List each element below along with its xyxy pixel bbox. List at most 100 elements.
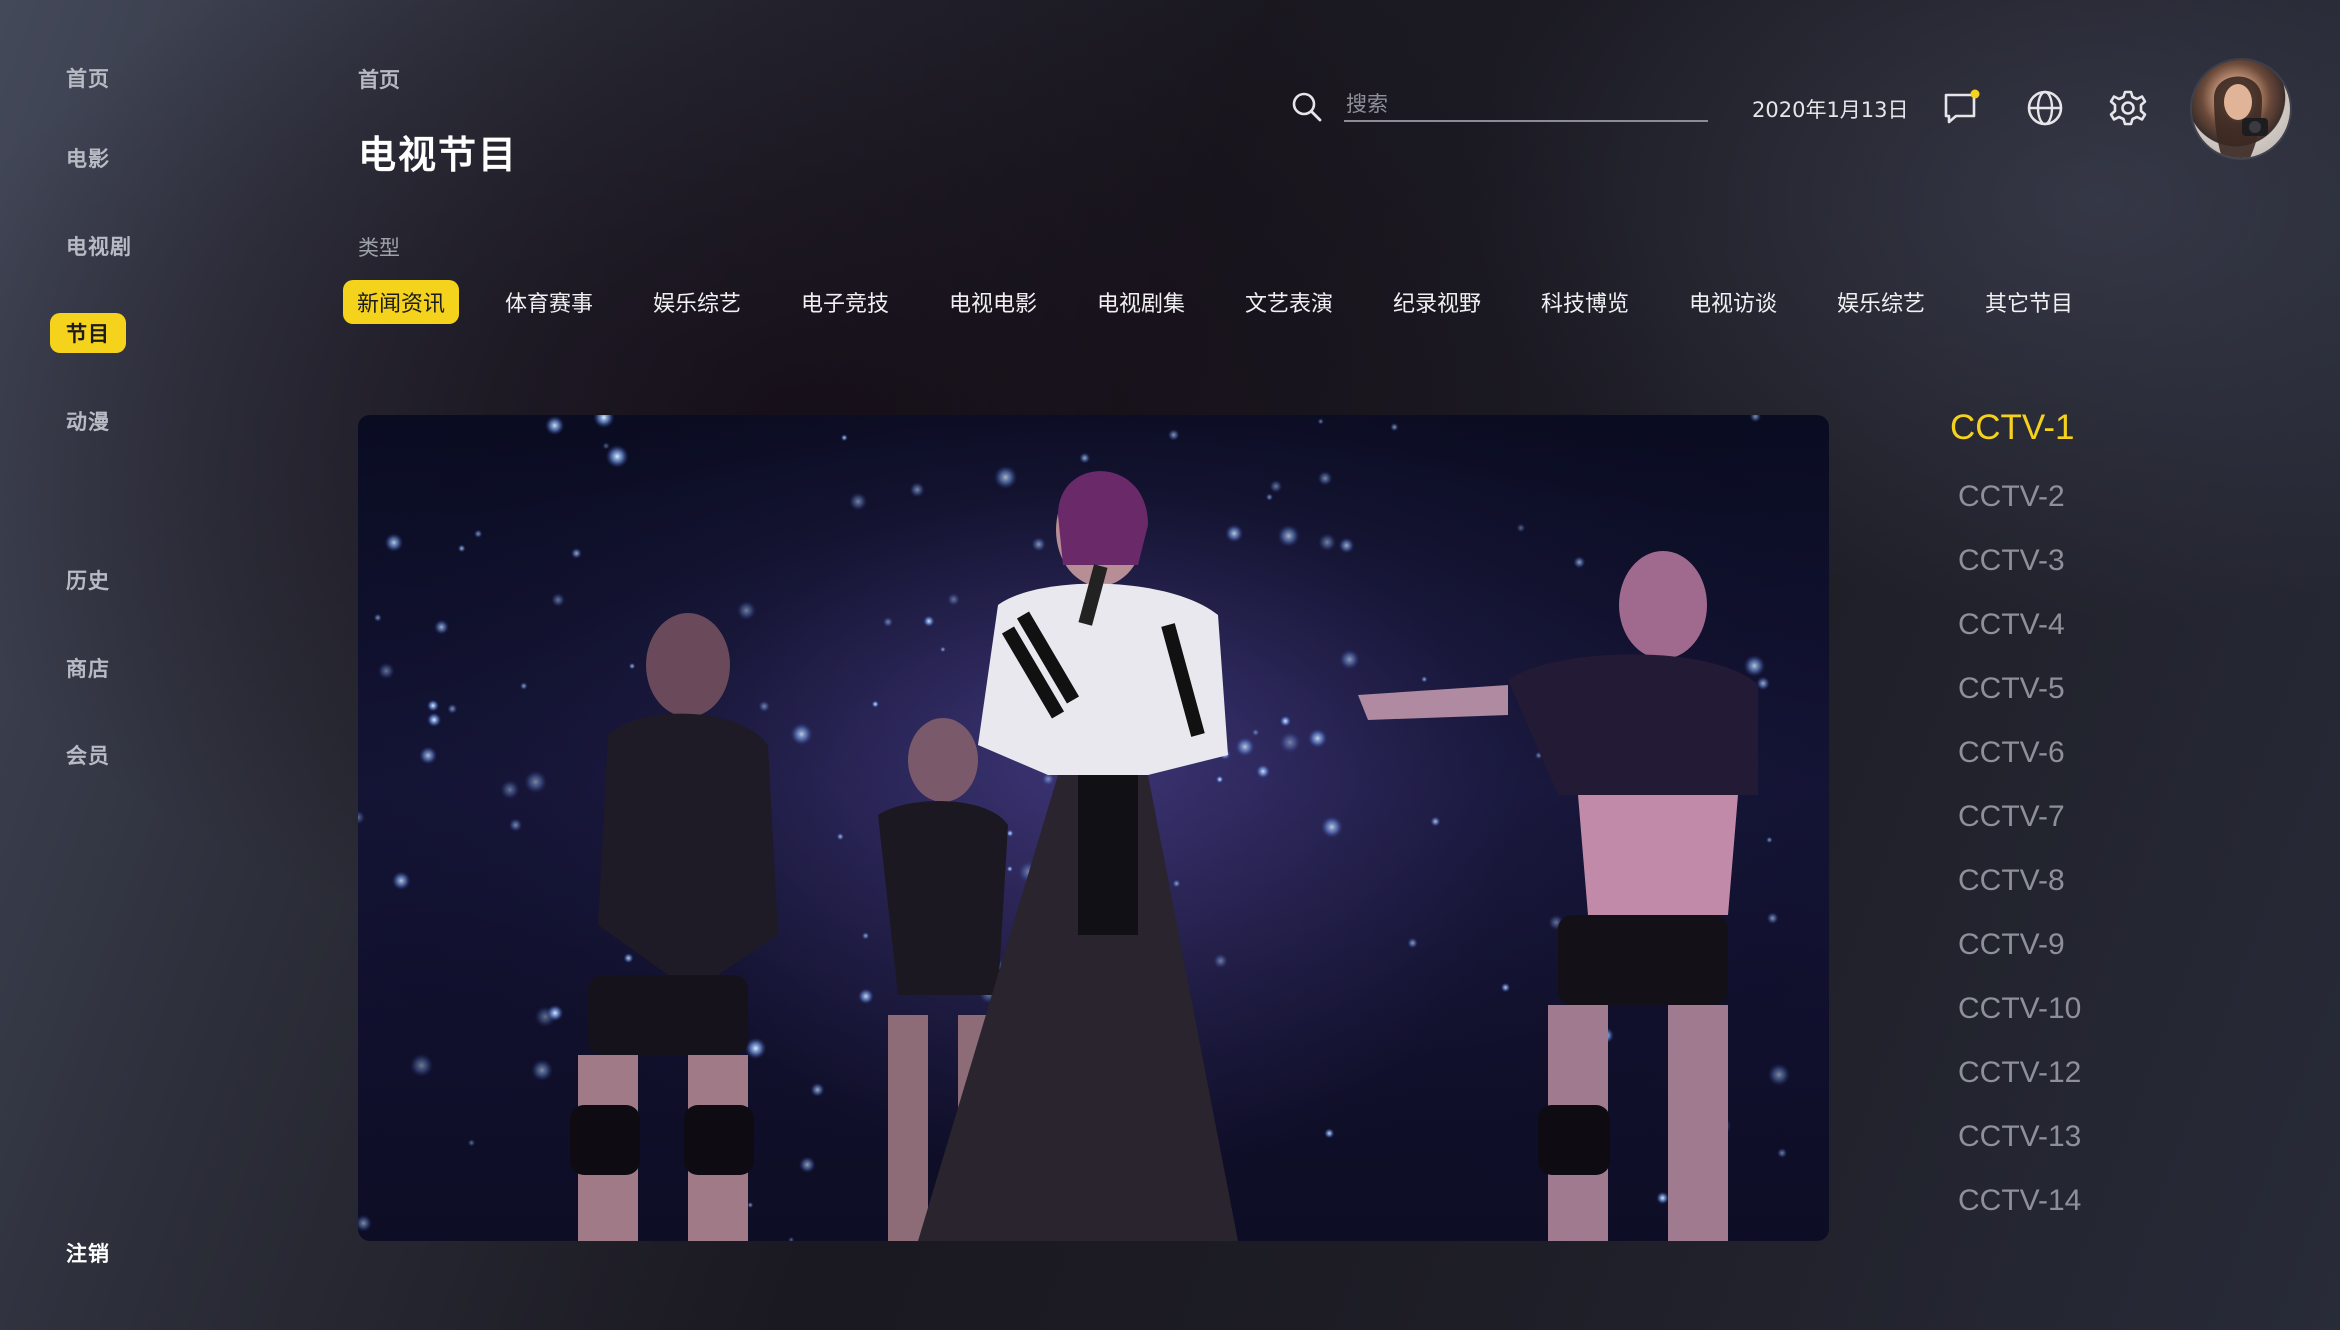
settings-icon[interactable] [2108,88,2148,128]
category-tab[interactable]: 科技博览 [1527,280,1643,324]
sparkle-light [545,415,565,436]
sparkle-light [882,616,894,628]
search-input[interactable] [1344,88,1708,122]
sparkle-light [623,953,634,964]
sparkle-light [1318,533,1337,552]
channel-item[interactable]: CCTV-3 [1958,544,2065,578]
sparkle-light [1235,737,1255,757]
sparkle-light [1279,715,1292,727]
sparkle-light [745,1037,767,1059]
sparkle-light [1743,654,1766,677]
sparkle-light [500,779,520,800]
sparkle-light [1167,429,1180,441]
channel-item[interactable]: CCTV-14 [1958,1184,2081,1218]
sparkle-light [1390,422,1399,432]
channel-item[interactable]: CCTV-6 [1958,736,2065,770]
sparkle-light [1213,953,1228,969]
avatar[interactable] [2192,60,2290,158]
channel-item[interactable]: CCTV-5 [1958,672,2065,706]
channel-item[interactable]: CCTV-9 [1958,928,2065,962]
channel-item[interactable]: CCTV-10 [1958,992,2081,1026]
channel-item[interactable]: CCTV-2 [1958,480,2065,514]
sparkle-light [1225,524,1244,543]
category-tab[interactable]: 电视访谈 [1675,280,1791,324]
sidebar-item-home[interactable]: 首页 [66,63,110,93]
search-bar [1290,86,1710,126]
sparkle-light [1006,865,1013,873]
channel-item[interactable]: CCTV-12 [1958,1056,2081,1090]
channel-item[interactable]: CCTV-4 [1958,608,2065,642]
sparkle-light [1269,479,1283,493]
sparkle-light [1338,537,1355,554]
video-player[interactable] [358,415,1829,1241]
sparkle-light [871,700,879,708]
sparkle-light [736,600,757,621]
sparkle-light [1255,764,1271,779]
channel-item[interactable]: CCTV-1 [1950,408,2074,448]
sparkle-light [1766,836,1773,844]
breadcrumb[interactable]: 首页 [358,64,400,94]
sidebar-item-shows[interactable]: 节目 [50,313,126,353]
sparkle-light [1079,452,1091,464]
category-tab[interactable]: 其它节目 [1971,280,2087,324]
sparkle-light [419,746,438,765]
sparkle-light [467,1139,476,1147]
search-icon[interactable] [1290,90,1324,124]
sidebar-item-store[interactable]: 商店 [66,653,110,683]
sparkle-light [1317,418,1324,425]
sidebar-item-movies[interactable]: 电影 [66,143,110,173]
sparkle-light [426,699,440,712]
page-title: 电视节目 [358,133,519,177]
sidebar-item-history[interactable]: 历史 [66,565,110,595]
sparkle-light [524,770,548,794]
sparkle-light [1756,676,1770,691]
sidebar-item-tv-series[interactable]: 电视剧 [66,231,132,261]
category-tab[interactable]: 文艺表演 [1231,280,1347,324]
sidebar-item-anime[interactable]: 动漫 [66,406,110,436]
sparkle-light [1500,982,1511,993]
channel-item[interactable]: CCTV-13 [1958,1120,2081,1154]
category-tab[interactable]: 体育赛事 [491,280,607,324]
category-tab[interactable]: 新闻资讯 [343,280,460,324]
sparkle-light [836,832,844,841]
sparkle-light [1430,816,1441,827]
globe-icon[interactable] [2025,88,2065,128]
message-icon[interactable] [1941,88,1981,128]
sparkle-light [923,615,935,627]
sparkle-light [551,592,566,607]
sparkle-light [457,544,466,553]
category-tab[interactable]: 电视电影 [935,280,1051,324]
sparkle-light [848,492,868,511]
sparkle-light [530,1059,554,1082]
logout-button[interactable]: 注销 [66,1238,110,1268]
sparkle-light [840,434,848,442]
category-tab[interactable]: 电子竞技 [787,280,903,324]
sparkle-light [1320,815,1343,839]
sparkle-light [1172,879,1181,888]
sidebar-item-membership[interactable]: 会员 [66,740,110,770]
channel-item[interactable]: CCTV-8 [1958,864,2065,898]
category-tab[interactable]: 电视剧集 [1083,280,1199,324]
sparkle-light [384,533,404,552]
sparkle-light [790,722,813,746]
sparkle-light [1407,937,1418,949]
sparkle-light [1767,1063,1791,1087]
sparkle-light [391,871,411,891]
sparkle-light [1317,470,1333,486]
sparkle-light [1656,1191,1669,1205]
date-display: 2020年1月13日 [1752,98,1909,122]
sparkle-light [1031,537,1046,552]
notification-dot [1970,89,1980,99]
channel-item[interactable]: CCTV-7 [1958,800,2065,834]
sparkle-light [1215,775,1224,784]
sidebar: 首页 电影 电视剧 节目 动漫 历史 商店 会员 注销 [0,0,200,1330]
sparkle-light [546,1004,564,1022]
category-tab[interactable]: 娱乐综艺 [639,280,755,324]
sparkle-light [1324,1128,1335,1139]
sparkle-light [1279,731,1301,753]
sparkle-light [1421,676,1428,683]
sparkle-light [519,682,528,690]
sparkle-light [1277,524,1300,548]
category-tab[interactable]: 娱乐综艺 [1823,280,1939,324]
category-tab[interactable]: 纪录视野 [1379,280,1495,324]
